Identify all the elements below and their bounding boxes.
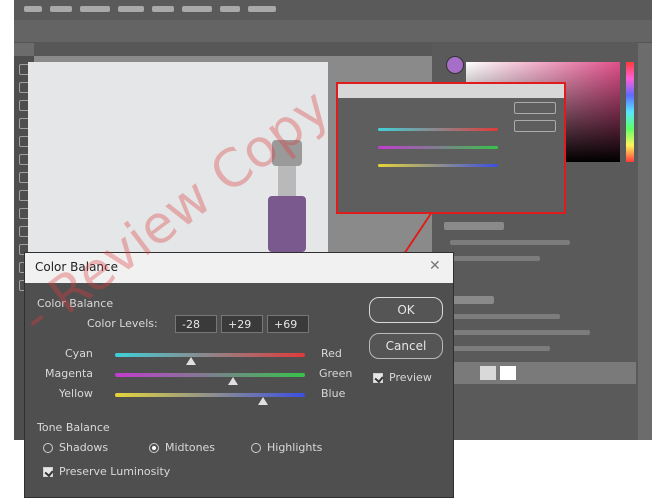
color-level-magenta-green-input[interactable]: +29	[221, 315, 263, 333]
hue-slider[interactable]	[626, 62, 634, 162]
menu-item[interactable]	[220, 6, 240, 12]
highlighted-color-balance-dialog	[336, 82, 566, 214]
yellow-blue-slider[interactable]	[115, 393, 305, 397]
ok-button[interactable]: OK	[369, 297, 443, 323]
document-tab[interactable]	[34, 42, 446, 56]
layer-mask-thumbnail	[500, 366, 516, 380]
layer-thumbnail	[480, 366, 496, 380]
small-cyan-red-slider	[378, 128, 498, 131]
adjustments-panel-tab[interactable]	[444, 222, 504, 230]
menu-bar	[14, 0, 652, 20]
panel-text-line	[450, 346, 550, 351]
preview-checkbox[interactable]	[373, 373, 383, 383]
layer-row[interactable]	[444, 362, 636, 384]
cyan-label: Cyan	[65, 347, 93, 360]
highlights-label: Highlights	[267, 441, 323, 454]
color-level-yellow-blue-input[interactable]: +69	[267, 315, 309, 333]
cyan-red-slider-thumb[interactable]	[186, 357, 196, 365]
magenta-green-slider-thumb[interactable]	[227, 377, 238, 385]
close-icon[interactable]: ✕	[429, 258, 441, 274]
panel-text-line	[450, 240, 570, 245]
yellow-label: Yellow	[59, 387, 93, 400]
yellow-blue-slider-thumb[interactable]	[258, 397, 269, 405]
color-level-cyan-red-input[interactable]: -28	[175, 315, 217, 333]
small-magenta-green-slider	[378, 146, 498, 149]
red-label: Red	[321, 347, 342, 360]
preserve-luminosity-label: Preserve Luminosity	[59, 465, 171, 478]
menu-item[interactable]	[50, 6, 72, 12]
panel-text-line	[450, 256, 540, 261]
color-swatch-icon[interactable]	[446, 56, 464, 74]
small-yellow-blue-slider	[378, 164, 498, 167]
menu-item[interactable]	[152, 6, 174, 12]
shadows-label: Shadows	[59, 441, 109, 454]
magenta-label: Magenta	[45, 367, 94, 380]
panel-text-line	[450, 330, 590, 335]
cancel-button[interactable]: Cancel	[369, 333, 443, 359]
menu-item[interactable]	[118, 6, 144, 12]
options-bar	[14, 20, 652, 43]
menu-item[interactable]	[80, 6, 110, 12]
menu-item[interactable]	[248, 6, 276, 12]
small-ok-button	[514, 102, 556, 114]
highlights-radio[interactable]	[251, 443, 261, 453]
preview-label: Preview	[389, 371, 432, 384]
shadows-radio[interactable]	[43, 443, 53, 453]
magenta-green-slider[interactable]	[115, 373, 305, 377]
small-dialog-titlebar	[338, 84, 564, 98]
green-label: Green	[319, 367, 353, 380]
small-cancel-button	[514, 120, 556, 132]
color-levels-label: Color Levels:	[87, 317, 158, 330]
midtones-label: Midtones	[165, 441, 216, 454]
bottle-body-image	[268, 196, 306, 252]
cyan-red-slider[interactable]	[115, 353, 305, 357]
preserve-luminosity-checkbox[interactable]	[43, 467, 53, 477]
menu-item[interactable]	[24, 6, 42, 12]
menu-item[interactable]	[182, 6, 212, 12]
blue-label: Blue	[321, 387, 346, 400]
panel-text-line	[450, 314, 560, 319]
tone-balance-label: Tone Balance	[37, 421, 110, 434]
midtones-radio[interactable]	[149, 443, 159, 453]
